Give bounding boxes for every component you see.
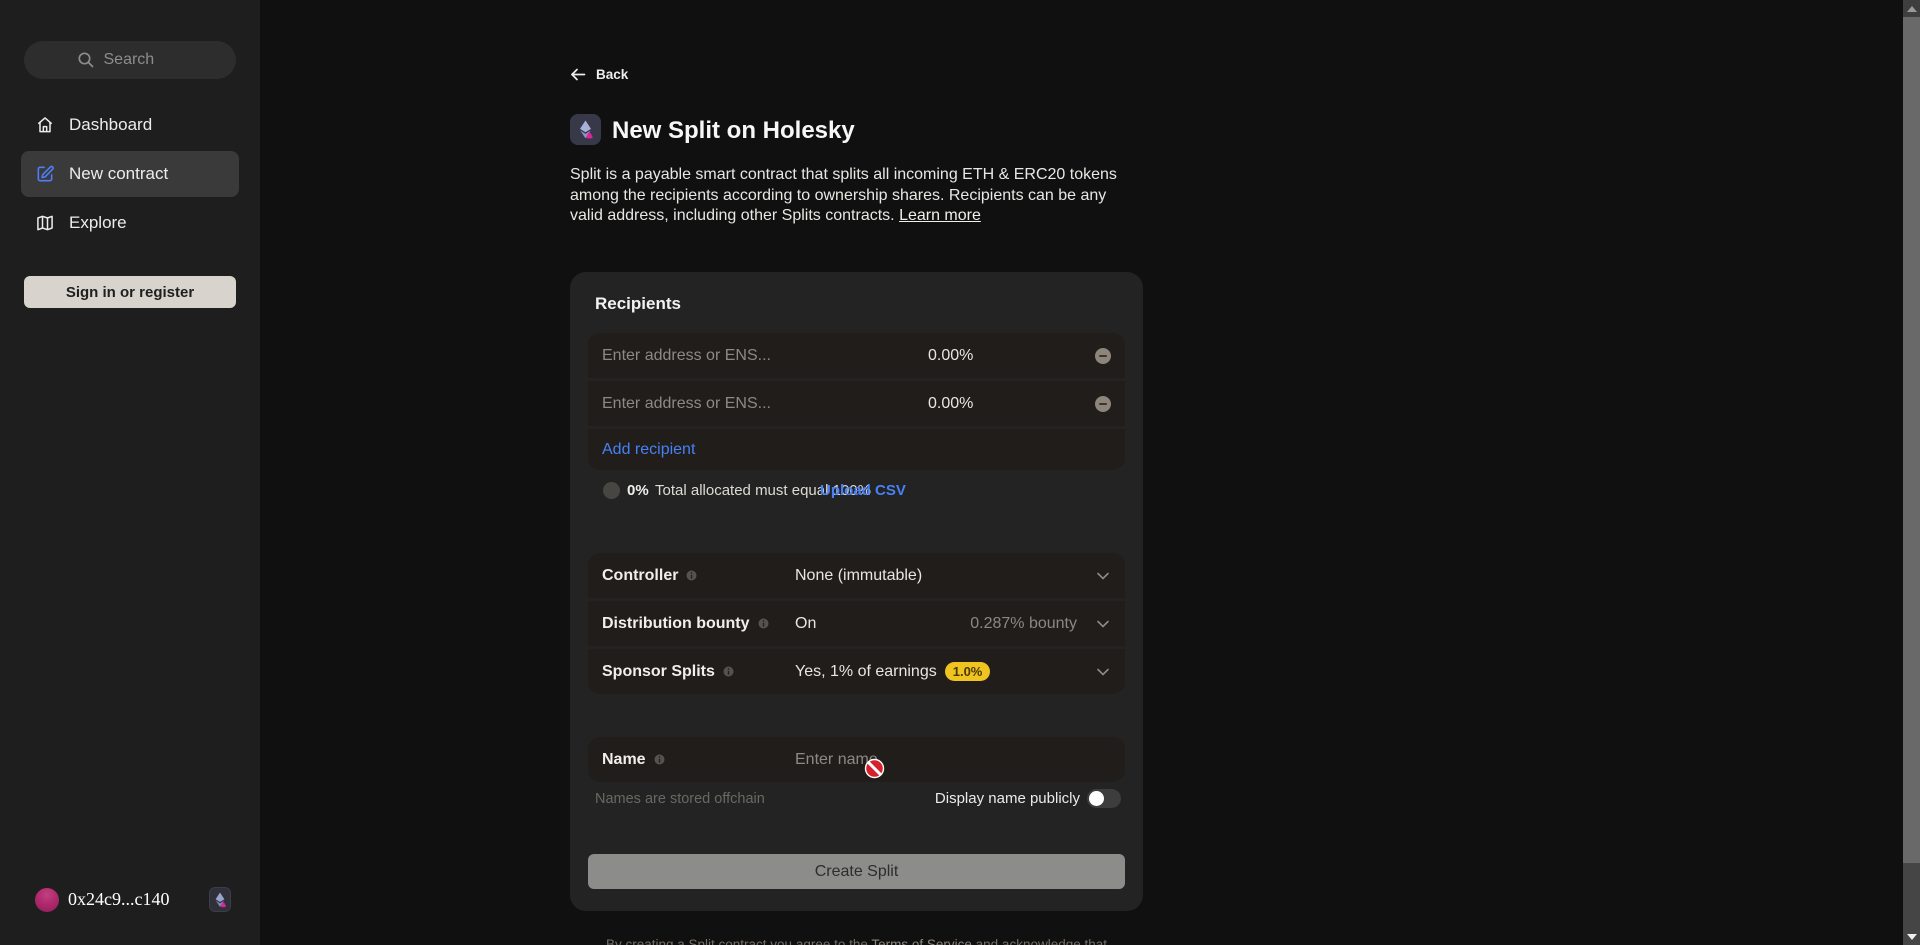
arrow-left-icon	[570, 68, 586, 81]
setting-value-text: None (immutable)	[795, 567, 922, 585]
triangle-down-icon	[1907, 934, 1917, 940]
new-split-card: Recipients 0.00% 0.00% Add recipient 0% …	[570, 272, 1143, 911]
allocation-status-row: 0% Total allocated must equal 100% Uploa…	[588, 480, 1125, 502]
offchain-note: Names are stored offchain	[595, 791, 765, 807]
sidebar-item-label: Dashboard	[69, 115, 152, 135]
chain-badge	[570, 114, 601, 145]
page-description: Split is a payable smart contract that s…	[570, 165, 1122, 227]
edit-icon	[35, 164, 55, 184]
search-icon	[77, 51, 95, 69]
setting-value-text: On	[795, 615, 816, 633]
distribution-bounty-label: Distribution bounty	[602, 615, 769, 633]
network-selector-button[interactable]	[209, 887, 231, 912]
address-input[interactable]	[602, 395, 1111, 413]
chevron-down-icon	[1097, 668, 1109, 676]
sponsor-splits-label: Sponsor Splits	[602, 663, 734, 681]
sidebar-item-new-contract[interactable]: New contract	[21, 151, 239, 197]
sign-in-button[interactable]: Sign in or register	[24, 276, 236, 308]
address-input[interactable]	[602, 347, 1111, 365]
scroll-up-button[interactable]	[1903, 0, 1920, 17]
percent-field[interactable]: 0.00%	[928, 347, 973, 365]
chevron-down-icon	[1097, 572, 1109, 580]
agreement-note: By creating a Split contract you agree t…	[570, 937, 1143, 945]
back-button[interactable]: Back	[570, 67, 628, 82]
name-row: Name	[588, 737, 1125, 782]
setting-value-text: Yes, 1% of earnings	[795, 663, 937, 681]
triangle-up-icon	[1907, 6, 1917, 12]
terms-of-service-link[interactable]: Terms of Service	[871, 937, 972, 945]
controller-value: None (immutable)	[795, 567, 922, 585]
description-text: Split is a payable smart contract that s…	[570, 166, 1117, 224]
controller-label: Controller	[602, 567, 697, 585]
setting-label-text: Distribution bounty	[602, 615, 750, 633]
bounty-detail: 0.287% bounty	[970, 615, 1077, 633]
controller-row[interactable]: Controller None (immutable)	[588, 553, 1125, 598]
name-note-row: Names are stored offchain Display name p…	[570, 789, 1143, 811]
name-input[interactable]	[795, 751, 1035, 769]
setting-label-text: Controller	[602, 567, 678, 585]
info-icon	[654, 754, 665, 765]
allocation-percent: 0%	[627, 482, 649, 499]
map-icon	[35, 213, 55, 233]
sponsor-splits-row[interactable]: Sponsor Splits Yes, 1% of earnings 1.0%	[588, 649, 1125, 694]
minus-icon	[1099, 355, 1107, 357]
add-recipient-row[interactable]: Add recipient	[588, 429, 1125, 470]
agreement-prefix: By creating a Split contract you agree t…	[606, 937, 871, 945]
search-box[interactable]	[24, 41, 236, 79]
info-icon	[758, 618, 769, 629]
toggle-knob	[1089, 791, 1104, 806]
back-label: Back	[596, 67, 628, 82]
allocation-progress-icon	[603, 482, 620, 499]
create-split-button[interactable]: Create Split	[588, 854, 1125, 889]
name-label: Name	[602, 751, 665, 769]
page-title: New Split on Holesky	[612, 117, 855, 145]
minus-icon	[1099, 403, 1107, 405]
upload-csv-link[interactable]: Upload CSV	[820, 482, 906, 499]
distribution-bounty-row[interactable]: Distribution bounty On 0.287% bounty	[588, 601, 1125, 646]
ethereum-testnet-icon	[576, 119, 595, 141]
percent-field[interactable]: 0.00%	[928, 395, 973, 413]
sponsor-splits-value: Yes, 1% of earnings 1.0%	[795, 662, 990, 681]
remove-recipient-button[interactable]	[1095, 348, 1111, 364]
recipient-row: 0.00%	[588, 381, 1125, 426]
setting-label-text: Sponsor Splits	[602, 663, 715, 681]
learn-more-link[interactable]: Learn more	[899, 207, 981, 224]
home-icon	[35, 115, 55, 135]
sponsor-badge: 1.0%	[945, 662, 991, 681]
sidebar-item-label: New contract	[69, 164, 168, 184]
avatar	[35, 888, 59, 912]
agreement-suffix: and acknowledge that	[972, 937, 1107, 945]
account-address: 0x24c9...c140	[68, 889, 169, 910]
sidebar: Dashboard New contract Explore Sign in o…	[0, 0, 260, 945]
search-input[interactable]	[104, 51, 184, 69]
scrollbar	[1903, 0, 1920, 945]
remove-recipient-button[interactable]	[1095, 396, 1111, 412]
distribution-bounty-value: On	[795, 615, 816, 633]
display-publicly-toggle[interactable]	[1087, 789, 1121, 808]
add-recipient-link[interactable]: Add recipient	[602, 441, 695, 459]
info-icon	[723, 666, 734, 677]
scrollbar-thumb[interactable]	[1903, 17, 1920, 863]
scroll-down-button[interactable]	[1903, 928, 1920, 945]
recipient-row: 0.00%	[588, 333, 1125, 378]
sidebar-item-dashboard[interactable]: Dashboard	[21, 105, 239, 145]
setting-label-text: Name	[602, 751, 646, 769]
sidebar-item-label: Explore	[69, 213, 127, 233]
recipients-title: Recipients	[595, 294, 681, 314]
account-row[interactable]: 0x24c9...c140	[0, 884, 260, 926]
ethereum-testnet-icon	[212, 891, 228, 909]
sidebar-item-explore[interactable]: Explore	[21, 203, 239, 243]
chevron-down-icon	[1097, 620, 1109, 628]
display-publicly-label: Display name publicly	[935, 790, 1080, 807]
app-screen: Dashboard New contract Explore Sign in o…	[0, 0, 1920, 945]
info-icon	[686, 570, 697, 581]
